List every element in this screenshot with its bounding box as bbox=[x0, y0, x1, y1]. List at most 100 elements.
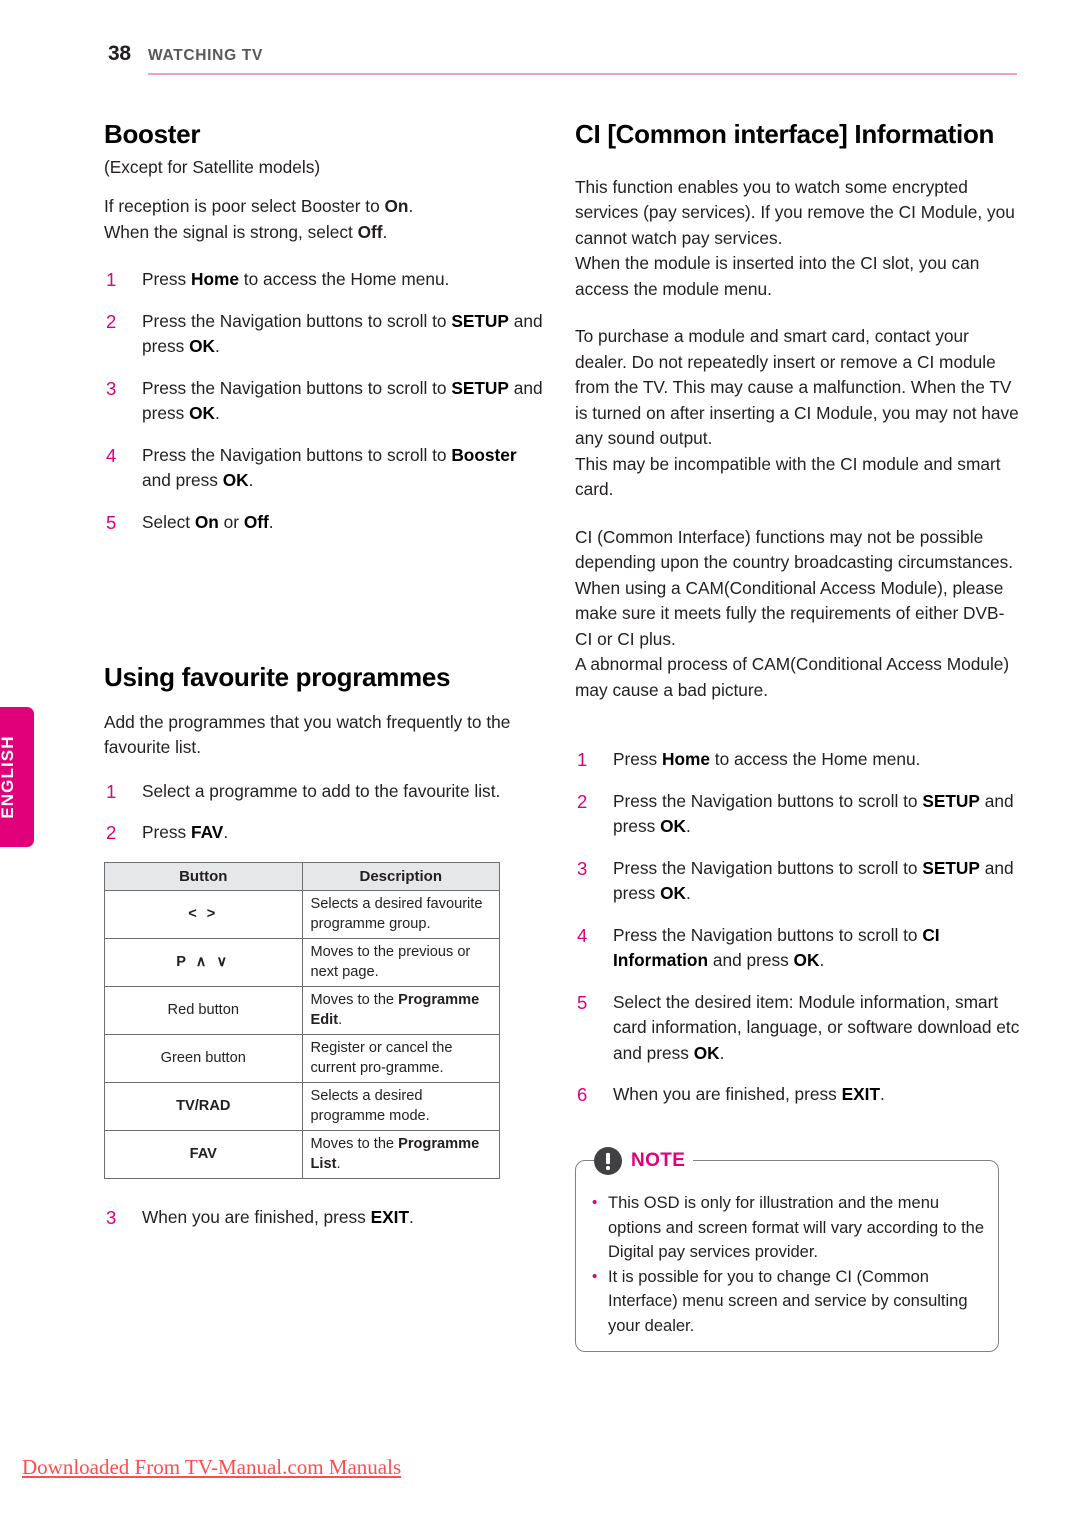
step-text: Press the Navigation buttons to scroll t… bbox=[613, 790, 1014, 837]
table-row: TV/RAD Selects a desired programme mode. bbox=[104, 1082, 500, 1132]
step-text: Press the Navigation buttons to scroll t… bbox=[142, 310, 543, 357]
table-header-description: Description bbox=[301, 861, 500, 892]
step-text: Select the desired item: Module informat… bbox=[613, 991, 1020, 1063]
step-text: Press the Navigation buttons to scroll t… bbox=[142, 444, 517, 491]
ci-paragraph-group: This function enables you to watch some … bbox=[575, 175, 1020, 704]
step-number: 3 bbox=[106, 1207, 117, 1229]
favourite-steps-list: 1 Select a programme to add to the favour… bbox=[104, 779, 544, 846]
booster-step-4: 4 Press the Navigation buttons to scroll … bbox=[104, 443, 544, 494]
ci-step-5: 5 Select the desired item: Module informa… bbox=[575, 990, 1020, 1067]
ci-step-6: 6 When you are finished, press EXIT. bbox=[575, 1082, 1020, 1108]
header-rule bbox=[148, 73, 1017, 75]
step-text: Press Home to access the Home menu. bbox=[142, 269, 450, 290]
page-header: 38 WATCHING TV bbox=[0, 0, 1080, 90]
button-symbol-icon: < > bbox=[188, 905, 219, 922]
step-number: 1 bbox=[106, 269, 117, 291]
booster-step-2: 2 Press the Navigation buttons to scroll … bbox=[104, 309, 544, 360]
step-number: 6 bbox=[577, 1084, 588, 1106]
ci-information-heading: CI [Common interface] Information bbox=[575, 119, 995, 149]
header-section-title: WATCHING TV bbox=[148, 47, 264, 64]
table-cell-description: Selects a desired programme mode. bbox=[301, 1082, 500, 1132]
booster-intro-line1-pre: If reception is poor select Booster to bbox=[104, 196, 385, 217]
step-text: Press the Navigation buttons to scroll t… bbox=[613, 857, 1014, 904]
ci-paragraph-1: This function enables you to watch some … bbox=[575, 176, 1015, 248]
favourite-heading: Using favourite programmes bbox=[104, 662, 451, 693]
ci-step-1: 1 Press Home to access the Home menu. bbox=[575, 747, 1020, 773]
booster-intro-line2-pre: When the signal is strong, select bbox=[104, 221, 358, 242]
booster-intro-line1-end: . bbox=[408, 196, 414, 217]
booster-intro-bold-on: On bbox=[384, 196, 409, 217]
favourite-step-3: 3 When you are finished, press EXIT. bbox=[104, 1205, 544, 1231]
ci-paragraph-7: A abnormal process of CAM(Conditional Ac… bbox=[575, 654, 1010, 700]
button-description-table: Button Description < > Selects a desired … bbox=[104, 861, 500, 1180]
booster-step-5: 5 Select On or Off. bbox=[104, 510, 544, 536]
step-number: 4 bbox=[106, 444, 117, 466]
table-cell-description: Moves to the Programme Edit. bbox=[301, 986, 500, 1036]
note-list: This OSD is only for illustration and th… bbox=[590, 1191, 986, 1338]
page-number: 38 bbox=[108, 42, 131, 65]
ci-step-2: 2 Press the Navigation buttons to scroll … bbox=[575, 789, 1020, 840]
ci-steps-list: 1 Press Home to access the Home menu. 2 Pre… bbox=[575, 747, 1020, 1108]
ci-step-3: 3 Press the Navigation buttons to scroll … bbox=[575, 856, 1020, 907]
language-tab: ENGLISH bbox=[0, 707, 34, 847]
table-row: Green button Register or cancel the curre… bbox=[104, 1034, 500, 1084]
ci-paragraph-3: To purchase a module and smart card, con… bbox=[575, 326, 1019, 449]
step-number: 5 bbox=[577, 991, 588, 1013]
step-text: Select a programme to add to the favouri… bbox=[142, 780, 501, 801]
downloaded-from-link[interactable]: Downloaded From TV-Manual.com Manuals bbox=[22, 1455, 401, 1480]
table-cell-description: Moves to the previous or next page. bbox=[301, 938, 500, 988]
table-cell-button: Green button bbox=[104, 1034, 303, 1084]
note-item-2: It is possible for you to change CI (Com… bbox=[590, 1265, 986, 1339]
favourite-final-step: 3 When you are finished, press EXIT. bbox=[104, 1205, 544, 1231]
step-text: Select On or Off. bbox=[142, 511, 274, 532]
table-cell-button: < > bbox=[104, 890, 303, 940]
step-number: 3 bbox=[106, 377, 117, 399]
exclamation-circle-icon bbox=[594, 1147, 622, 1175]
booster-step-3: 3 Press the Navigation buttons to scroll … bbox=[104, 376, 544, 427]
table-cell-button: TV/RAD bbox=[104, 1082, 303, 1132]
step-text: When you are finished, press EXIT. bbox=[613, 1084, 885, 1105]
ci-paragraph-6: When using a CAM(Conditional Access Modu… bbox=[575, 577, 1005, 649]
table-row: FAV Moves to the Programme List. bbox=[104, 1130, 500, 1180]
favourite-intro: Add the programmes that you watch freque… bbox=[104, 711, 511, 758]
step-number: 5 bbox=[106, 511, 117, 533]
note-title: NOTE bbox=[631, 1150, 686, 1171]
step-text: When you are finished, press EXIT. bbox=[142, 1207, 414, 1228]
table-row: Red button Moves to the Programme Edit. bbox=[104, 986, 500, 1036]
table-cell-description: Selects a desired favourite programme gr… bbox=[301, 890, 500, 940]
booster-step-1: 1 Press Home to access the Home menu. bbox=[104, 267, 544, 293]
step-number: 4 bbox=[577, 924, 588, 946]
booster-steps-list: 1 Press Home to access the Home menu. 2 Pre… bbox=[104, 267, 544, 535]
button-symbol-icon: P ∧ ∨ bbox=[176, 953, 231, 970]
table-cell-button: FAV bbox=[104, 1130, 303, 1180]
ci-step-4: 4 Press the Navigation buttons to scroll … bbox=[575, 923, 1020, 974]
table-cell-description: Register or cancel the current pro-gramm… bbox=[301, 1034, 500, 1084]
step-text: Press Home to access the Home menu. bbox=[613, 749, 921, 770]
ci-paragraph-4: This may be incompatible with the CI mod… bbox=[575, 453, 1001, 500]
table-cell-button: P ∧ ∨ bbox=[104, 938, 303, 988]
booster-intro-bold-off: Off bbox=[357, 221, 383, 242]
table-row: P ∧ ∨ Moves to the previous or next page. bbox=[104, 938, 500, 988]
note-item-1: This OSD is only for illustration and th… bbox=[590, 1191, 986, 1265]
step-number: 3 bbox=[577, 857, 588, 879]
step-text: Press the Navigation buttons to scroll t… bbox=[142, 377, 543, 424]
language-tab-label: ENGLISH bbox=[0, 735, 17, 819]
ci-paragraph-2: When the module is inserted into the CI … bbox=[575, 253, 980, 299]
ci-paragraph-5: CI (Common Interface) functions may not … bbox=[575, 526, 1014, 573]
step-number: 2 bbox=[106, 822, 117, 844]
step-number: 2 bbox=[106, 310, 117, 332]
step-text: Press the Navigation buttons to scroll t… bbox=[613, 924, 940, 971]
step-number: 1 bbox=[577, 749, 588, 771]
favourite-step-1: 1 Select a programme to add to the favour… bbox=[104, 779, 544, 805]
step-text: Press FAV. bbox=[142, 822, 229, 843]
booster-intro-line2-end: . bbox=[382, 221, 388, 242]
booster-intro: If reception is poor select Booster to O… bbox=[104, 194, 544, 245]
note-box: NOTE This OSD is only for illustration a… bbox=[575, 1144, 999, 1352]
step-number: 1 bbox=[106, 780, 117, 802]
table-header-row: Button Description bbox=[104, 861, 500, 892]
table-header-button: Button bbox=[104, 861, 303, 892]
note-title-wrap: NOTE bbox=[594, 1144, 694, 1178]
booster-subnote: (Except for Satellite models) bbox=[104, 156, 321, 177]
left-column: Booster (Except for Satellite models) If… bbox=[104, 120, 544, 1247]
booster-heading: Booster bbox=[104, 119, 201, 149]
